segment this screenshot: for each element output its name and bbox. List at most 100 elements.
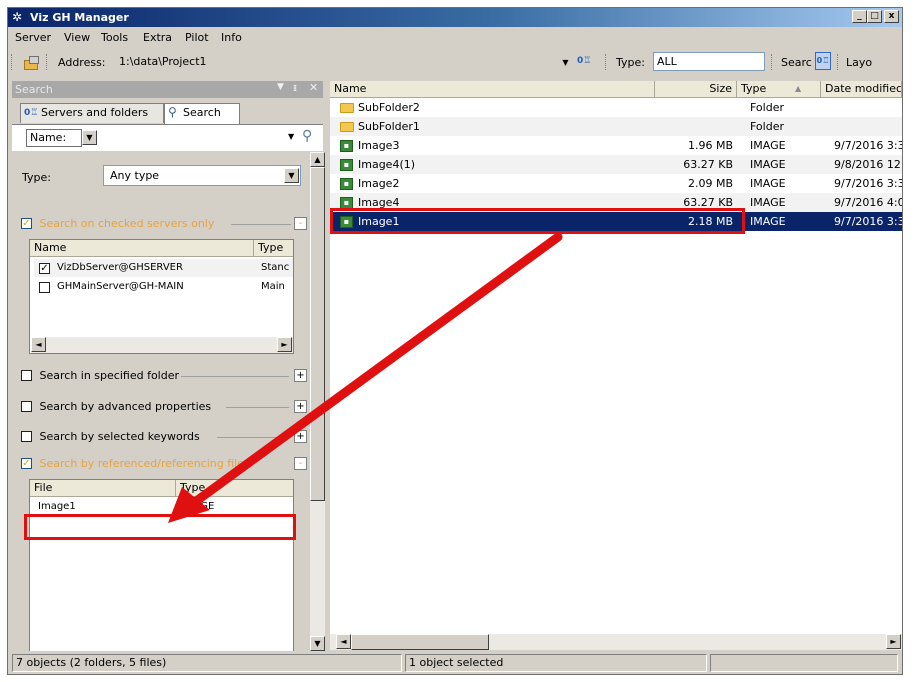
section-servers-collapse[interactable]: - bbox=[294, 217, 307, 230]
toolbar-grip[interactable] bbox=[837, 54, 841, 70]
section-referenced[interactable]: ✓ Search by referenced/referencing files… bbox=[21, 454, 307, 474]
type-criteria-select[interactable]: Any type bbox=[103, 165, 301, 186]
col-header-type-label: Type bbox=[741, 82, 767, 95]
referenced-checkbox[interactable]: ✓ bbox=[21, 457, 32, 469]
col-header-date[interactable]: Date modifiec bbox=[821, 81, 902, 98]
server-connect-icon[interactable] bbox=[22, 54, 40, 70]
col-header-name[interactable]: Name bbox=[330, 81, 655, 98]
status-extra bbox=[710, 654, 898, 672]
section-advanced[interactable]: Search by advanced properties + bbox=[21, 397, 307, 417]
highlight-selected-file bbox=[330, 208, 745, 234]
section-keywords-label: Search by selected keywords bbox=[39, 430, 200, 443]
advanced-checkbox[interactable] bbox=[21, 400, 32, 412]
server-type: Stanc bbox=[261, 262, 290, 273]
section-advanced-expand[interactable]: + bbox=[294, 400, 307, 413]
close-button[interactable]: x bbox=[884, 10, 899, 23]
search-panel-vscrollbar[interactable]: ▲ ▼ bbox=[310, 152, 325, 651]
panel-menu-icon[interactable]: ▼ bbox=[277, 82, 284, 92]
col-header-size[interactable]: Size bbox=[655, 81, 737, 98]
section-keywords[interactable]: Search by selected keywords + bbox=[21, 427, 307, 447]
menu-tools[interactable]: Tools bbox=[101, 31, 128, 44]
file-type: IMAGE bbox=[750, 177, 786, 190]
status-object-count: 7 objects (2 folders, 5 files) bbox=[12, 654, 402, 672]
folder-checkbox[interactable] bbox=[21, 369, 32, 381]
scroll-up-icon[interactable]: ▲ bbox=[310, 152, 325, 167]
menu-extra[interactable]: Extra bbox=[143, 31, 172, 44]
scroll-left-icon[interactable]: ◄ bbox=[336, 634, 351, 649]
toolbar-grip[interactable] bbox=[605, 54, 609, 70]
scroll-thumb[interactable] bbox=[310, 167, 325, 501]
type-criteria-arrow[interactable]: ▼ bbox=[284, 168, 299, 183]
toolbar-grip[interactable] bbox=[771, 54, 775, 70]
name-combo[interactable]: Name: bbox=[26, 129, 82, 147]
tab-search[interactable]: ⚲ Search bbox=[164, 103, 240, 124]
type-input[interactable]: ALL bbox=[653, 52, 765, 71]
servers-col-name[interactable]: Name bbox=[30, 240, 254, 257]
menu-server[interactable]: Server bbox=[15, 31, 51, 44]
minimize-button[interactable]: _ bbox=[852, 10, 867, 23]
scroll-down-icon[interactable]: ▼ bbox=[310, 636, 325, 651]
filter-icon[interactable]: 0♖ bbox=[577, 54, 593, 69]
result-type: IMAGE bbox=[182, 501, 215, 512]
address-input[interactable]: 1:\data\Project1 bbox=[116, 53, 569, 72]
menu-view[interactable]: View bbox=[64, 31, 90, 44]
pin-icon[interactable]: ᵻ bbox=[293, 81, 297, 94]
file-name: Image4(1) bbox=[358, 158, 416, 171]
toolbar-grip[interactable] bbox=[46, 54, 50, 70]
file-name: Image3 bbox=[358, 139, 400, 152]
keywords-checkbox[interactable] bbox=[21, 430, 32, 442]
file-list-hscrollbar[interactable]: ◄ ► bbox=[330, 634, 902, 650]
scroll-left-icon[interactable]: ◄ bbox=[31, 337, 46, 352]
menu-pilot[interactable]: Pilot bbox=[185, 31, 209, 44]
file-type: IMAGE bbox=[750, 215, 786, 228]
server-checkbox[interactable] bbox=[39, 282, 50, 293]
section-advanced-label: Search by advanced properties bbox=[39, 400, 212, 413]
scroll-right-icon[interactable]: ► bbox=[886, 634, 901, 649]
file-row[interactable]: ▪ Image2 2.09 MB IMAGE 9/7/2016 3:3 bbox=[330, 174, 902, 193]
maximize-button[interactable]: □ bbox=[867, 10, 882, 23]
title-bar: ✲ Viz GH Manager _ □ x bbox=[8, 8, 902, 27]
tab-search-label: Search bbox=[183, 106, 221, 119]
section-keywords-expand[interactable]: + bbox=[294, 430, 307, 443]
scroll-thumb[interactable] bbox=[351, 634, 489, 650]
referenced-results-list: File Type Image1 IMAGE bbox=[29, 479, 294, 651]
name-combo-arrow[interactable]: ▼ bbox=[82, 130, 97, 145]
results-col-file[interactable]: File bbox=[30, 480, 176, 497]
file-date: 9/7/2016 3:3 bbox=[834, 215, 902, 228]
section-servers[interactable]: ✓ Search on checked servers only - bbox=[21, 214, 307, 234]
section-folder[interactable]: Search in specified folder + bbox=[21, 366, 307, 386]
file-row[interactable]: ▪ Image3 1.96 MB IMAGE 9/7/2016 3:3 bbox=[330, 136, 902, 155]
section-referenced-collapse[interactable]: - bbox=[294, 457, 307, 470]
server-row[interactable]: GHMainServer@GH-MAIN Main bbox=[34, 278, 293, 296]
view-toggle-icon[interactable]: 0♖ bbox=[815, 52, 831, 70]
col-header-type[interactable]: Type ▲ bbox=[737, 81, 821, 98]
highlight-referenced-result bbox=[24, 514, 296, 540]
layout-button[interactable]: Layo bbox=[846, 56, 872, 69]
address-dropdown-arrow[interactable]: ▼ bbox=[558, 55, 573, 70]
server-name: GHMainServer@GH-MAIN bbox=[57, 281, 184, 292]
results-col-type[interactable]: Type bbox=[176, 480, 293, 497]
section-servers-label: Search on checked servers only bbox=[39, 217, 215, 230]
search-go-icon[interactable]: ⚲ bbox=[302, 128, 312, 144]
file-row[interactable]: SubFolder1 Folder bbox=[330, 117, 902, 136]
search-button[interactable]: Searc bbox=[781, 56, 812, 69]
search-text-dropdown-arrow[interactable]: ▼ bbox=[288, 132, 294, 141]
file-date: 9/8/2016 12: bbox=[834, 158, 902, 171]
scroll-right-icon[interactable]: ► bbox=[277, 337, 292, 352]
tab-servers-and-folders[interactable]: 0♖ Servers and folders bbox=[20, 103, 164, 123]
servers-checkbox[interactable]: ✓ bbox=[21, 217, 32, 229]
menu-info[interactable]: Info bbox=[221, 31, 242, 44]
sort-ascending-icon: ▲ bbox=[795, 84, 802, 93]
panel-close-icon[interactable]: ✕ bbox=[309, 81, 318, 94]
server-checkbox[interactable]: ✓ bbox=[39, 263, 50, 274]
section-folder-expand[interactable]: + bbox=[294, 369, 307, 382]
servers-hscrollbar[interactable]: ◄ ► bbox=[31, 337, 293, 353]
status-bar: 7 objects (2 folders, 5 files) 1 object … bbox=[12, 654, 900, 672]
server-type: Main bbox=[261, 281, 285, 292]
file-row[interactable]: SubFolder2 Folder bbox=[330, 98, 902, 117]
servers-col-type[interactable]: Type bbox=[254, 240, 293, 257]
server-row[interactable]: ✓ VizDbServer@GHSERVER Stanc bbox=[34, 259, 293, 277]
toolbar-grip[interactable] bbox=[11, 54, 15, 70]
file-row[interactable]: ▪ Image4(1) 63.27 KB IMAGE 9/8/2016 12: bbox=[330, 155, 902, 174]
name-search-row: Name: ▼ ▼ ⚲ bbox=[12, 125, 323, 151]
